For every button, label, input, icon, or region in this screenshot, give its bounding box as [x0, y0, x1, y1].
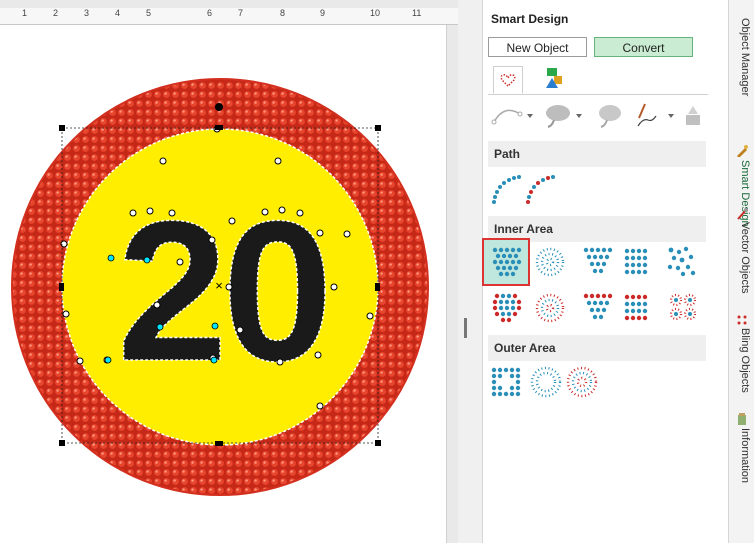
vector-objects-icon — [737, 208, 748, 220]
inner-area-patterns — [492, 246, 697, 323]
inner-pattern-grid-red[interactable] — [624, 294, 648, 321]
inner-pattern-scatter[interactable] — [667, 246, 696, 277]
inner-pattern-fan[interactable] — [583, 247, 613, 274]
ruler-label: 6 — [207, 8, 213, 18]
tab-vector-objects[interactable]: Vector Objects — [733, 222, 751, 294]
ruler-label: 7 — [238, 8, 244, 18]
inner-pattern-fill-red[interactable] — [492, 293, 522, 323]
ruler-label: 3 — [84, 8, 90, 18]
path-pattern-single[interactable] — [492, 175, 521, 204]
side-tab-strip: Object Manager Smart Design Vector Objec… — [728, 0, 754, 543]
outer-pattern-ring-red[interactable] — [566, 366, 598, 398]
tab-heart-shape[interactable] — [493, 66, 523, 94]
ruler-label: 8 — [280, 8, 286, 18]
section-path: Path — [488, 141, 706, 167]
tab-bling-objects[interactable]: Bling Objects — [733, 328, 751, 393]
inner-pattern-fan-red[interactable] — [583, 293, 613, 320]
tab-shapes[interactable] — [538, 66, 568, 94]
speed-sign-design[interactable]: 20 × — [0, 25, 446, 543]
section-outer-area: Outer Area — [488, 335, 706, 361]
ruler-label: 2 — [53, 8, 59, 18]
shapes-icon — [546, 68, 562, 88]
convert-button[interactable]: Convert — [594, 37, 693, 57]
inner-pattern-concentric-red[interactable] — [535, 293, 565, 323]
bling-objects-icon — [737, 315, 747, 325]
center-mark-icon: × — [215, 278, 223, 293]
information-icon — [738, 413, 746, 425]
pen-tool-icon[interactable] — [637, 103, 674, 127]
ruler-label: 1 — [22, 8, 28, 18]
ruler-label: 4 — [115, 8, 121, 18]
design-canvas[interactable]: 1 2 3 4 5 6 7 8 9 10 11 20 × — [0, 0, 458, 543]
outer-pattern-square[interactable] — [491, 367, 521, 397]
outer-area-patterns — [491, 366, 598, 398]
lasso-alt-icon[interactable] — [599, 105, 621, 128]
inner-pattern-grid[interactable] — [624, 248, 648, 275]
design-page[interactable]: 20 × — [0, 25, 447, 543]
rotate-handle[interactable] — [215, 103, 223, 111]
bezier-path-icon[interactable] — [491, 109, 533, 125]
smart-design-icon — [737, 145, 748, 157]
smart-design-panel: Smart Design New Object Convert Path Inn… — [482, 0, 729, 543]
path-patterns — [492, 175, 555, 204]
inner-pattern-fill[interactable] — [492, 247, 522, 277]
heart-icon — [500, 74, 516, 88]
horizontal-ruler: 1 2 3 4 5 6 7 8 9 10 11 — [0, 8, 458, 25]
inner-pattern-diamonds-red[interactable] — [669, 293, 697, 321]
panel-tabs — [488, 64, 708, 95]
shape-tool-icon[interactable] — [686, 106, 700, 125]
tab-object-manager[interactable]: Object Manager — [733, 18, 751, 96]
panel-splitter[interactable] — [458, 0, 482, 543]
lasso-icon[interactable] — [546, 105, 582, 128]
ruler-label: 10 — [370, 8, 381, 18]
outer-pattern-ring-blue[interactable] — [530, 366, 562, 398]
splitter-grip[interactable] — [464, 318, 467, 338]
new-object-button[interactable]: New Object — [488, 37, 587, 57]
inner-pattern-concentric[interactable] — [535, 247, 565, 277]
ruler-label: 11 — [412, 8, 422, 18]
panel-title: Smart Design — [491, 12, 569, 26]
path-pattern-double[interactable] — [526, 175, 555, 204]
tab-information[interactable]: Information — [733, 428, 751, 483]
ruler-label: 5 — [146, 8, 152, 18]
drawing-toolbar — [488, 100, 713, 130]
ruler-label: 9 — [320, 8, 326, 18]
